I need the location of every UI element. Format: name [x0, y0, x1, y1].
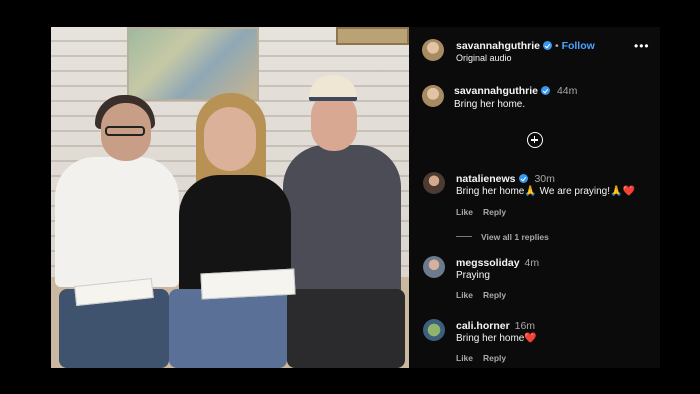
- comment-time: 16m: [514, 320, 536, 332]
- comment-header: natalienews 30m: [456, 173, 555, 185]
- reply-button[interactable]: Reply: [483, 353, 506, 363]
- post-video[interactable]: [51, 27, 409, 368]
- more-horizontal-icon[interactable]: •••: [634, 40, 650, 52]
- comment-text: Praying: [456, 270, 490, 281]
- view-replies-button[interactable]: View all 1 replies: [481, 232, 549, 242]
- like-button[interactable]: Like: [456, 353, 473, 363]
- caption-username[interactable]: savannahguthrie: [454, 85, 538, 97]
- comment-time: 4m: [524, 257, 540, 269]
- comment-username[interactable]: megssoliday: [456, 257, 520, 269]
- caption-username-row: savannahguthrie 44m: [454, 85, 577, 97]
- comment-avatar[interactable]: [423, 172, 445, 194]
- caption-avatar[interactable]: [422, 85, 444, 107]
- comment-header: megssoliday 4m: [456, 257, 539, 269]
- verified-badge-icon: [518, 174, 528, 183]
- comments-panel: savannahguthrie • Follow Original audio …: [409, 27, 660, 368]
- comment-text: Bring her home🙏 We are praying!🙏❤️: [456, 186, 635, 197]
- wall-painting: [127, 27, 259, 101]
- caption-time: 44m: [556, 85, 578, 97]
- verified-badge-icon: [543, 41, 553, 50]
- comment-text: Bring her home❤️: [456, 333, 537, 344]
- comment-avatar[interactable]: [423, 319, 445, 341]
- comment-username[interactable]: cali.horner: [456, 320, 510, 332]
- verified-badge-icon: [541, 86, 551, 95]
- post-viewer: savannahguthrie • Follow Original audio …: [51, 27, 660, 368]
- comment-username[interactable]: natalienews: [456, 173, 516, 185]
- like-button[interactable]: Like: [456, 290, 473, 300]
- audio-label[interactable]: Original audio: [456, 53, 512, 63]
- paper-center: [200, 268, 296, 300]
- caption-text: Bring her home.: [454, 99, 526, 110]
- reply-button[interactable]: Reply: [483, 290, 506, 300]
- comment-header: cali.horner 16m: [456, 320, 535, 332]
- replies-divider: [456, 236, 472, 237]
- wall-frame: [336, 27, 409, 45]
- follow-button[interactable]: Follow: [562, 40, 595, 52]
- reply-button[interactable]: Reply: [483, 207, 506, 217]
- header-username[interactable]: savannahguthrie: [456, 40, 540, 52]
- like-button[interactable]: Like: [456, 207, 473, 217]
- header-username-row: savannahguthrie • Follow: [456, 40, 595, 52]
- comment-time: 30m: [534, 173, 555, 185]
- header-avatar[interactable]: [422, 39, 444, 61]
- comment-avatar[interactable]: [423, 256, 445, 278]
- add-comment-icon[interactable]: [527, 132, 543, 148]
